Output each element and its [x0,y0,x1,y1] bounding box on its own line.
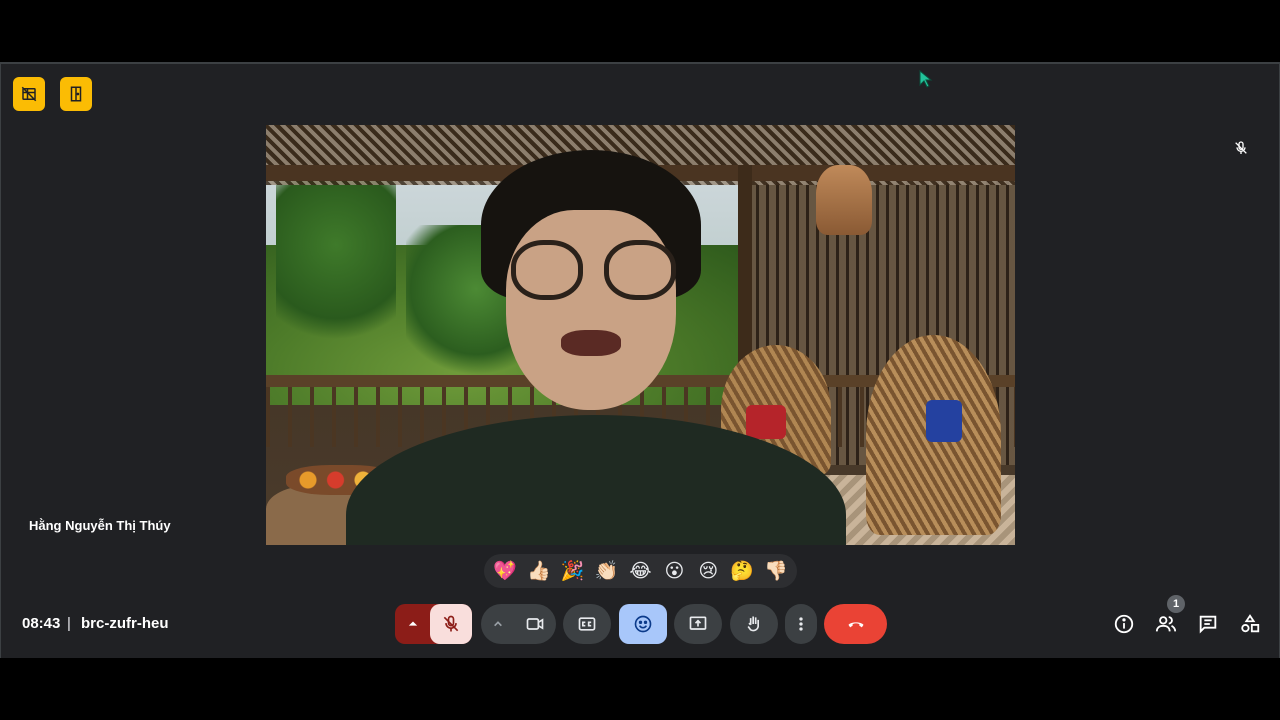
party-popper-icon[interactable]: 🎉 [560,558,586,584]
participants-count-badge: 1 [1167,595,1185,613]
scene-pillow [926,400,962,442]
call-end-icon [848,622,863,628]
raise-hand-button[interactable] [730,604,778,644]
person-glasses [511,240,583,300]
clapping-hands-icon[interactable]: 👏🏻 [594,558,620,584]
reaction-bar: 💖 👍🏻 🎉 👏🏻 😂 😮 😢 🤔 👎🏻 [484,554,797,588]
chevron-up-icon [408,621,418,626]
activities-icon [1241,614,1260,633]
raise-hand-icon [747,616,759,632]
captions-button[interactable] [563,604,611,644]
scene-lamp [816,165,872,235]
sparkling-heart-icon[interactable]: 💖 [492,558,518,584]
audio-options-button[interactable] [395,604,431,644]
sad-face-icon[interactable]: 😢 [695,558,721,584]
person-glasses [604,240,676,300]
thumbs-down-icon[interactable]: 👎🏻 [763,558,789,584]
present-screen-icon [689,616,707,630]
meet-window: Hằng Nguyễn Thị Thúy 💖 👍🏻 🎉 👏🏻 😂 😮 😢 🤔 👎… [0,62,1280,658]
info-icon [1114,614,1134,634]
meeting-details-button[interactable] [1112,612,1136,636]
present-now-button[interactable] [674,604,722,644]
microphone-toggle-button[interactable] [430,604,472,644]
no-video-grid-icon[interactable] [13,77,45,111]
mouse-cursor-icon [919,70,933,88]
info-separator: | [67,615,71,632]
meeting-code: brc-zufr-heu [81,615,169,632]
participant-name: Hằng Nguyễn Thị Thúy [29,518,171,533]
video-camera-icon [526,618,544,630]
surprised-face-icon[interactable]: 😮 [661,558,687,584]
leave-call-button[interactable] [824,604,887,644]
mic-off-icon [1235,141,1247,154]
video-controls [481,604,556,644]
chat-button[interactable] [1196,612,1220,636]
scene-palm [276,165,396,365]
emoji-icon [634,615,652,633]
chat-icon [1199,615,1217,634]
people-button[interactable] [1154,612,1178,636]
thinking-face-icon[interactable]: 🤔 [729,558,755,584]
room-door-icon[interactable] [60,77,92,111]
mic-off-icon [443,615,459,632]
camera-toggle-button[interactable] [514,604,556,644]
person-mouth [561,330,621,356]
video-options-button[interactable] [481,604,515,644]
send-reaction-button[interactable] [619,604,667,644]
chevron-up-icon [494,621,502,627]
participant-video[interactable] [266,125,1015,545]
meeting-time: 08:43 [22,615,61,632]
more-vert-icon [799,617,803,631]
audio-controls [395,604,472,644]
people-icon [1155,616,1177,632]
tears-of-joy-icon[interactable]: 😂 [628,558,654,584]
scene-pillow [746,405,786,439]
more-options-button[interactable] [785,604,817,644]
activities-button[interactable] [1238,612,1262,636]
thumbs-up-icon[interactable]: 👍🏻 [526,558,552,584]
captions-icon [578,617,596,631]
